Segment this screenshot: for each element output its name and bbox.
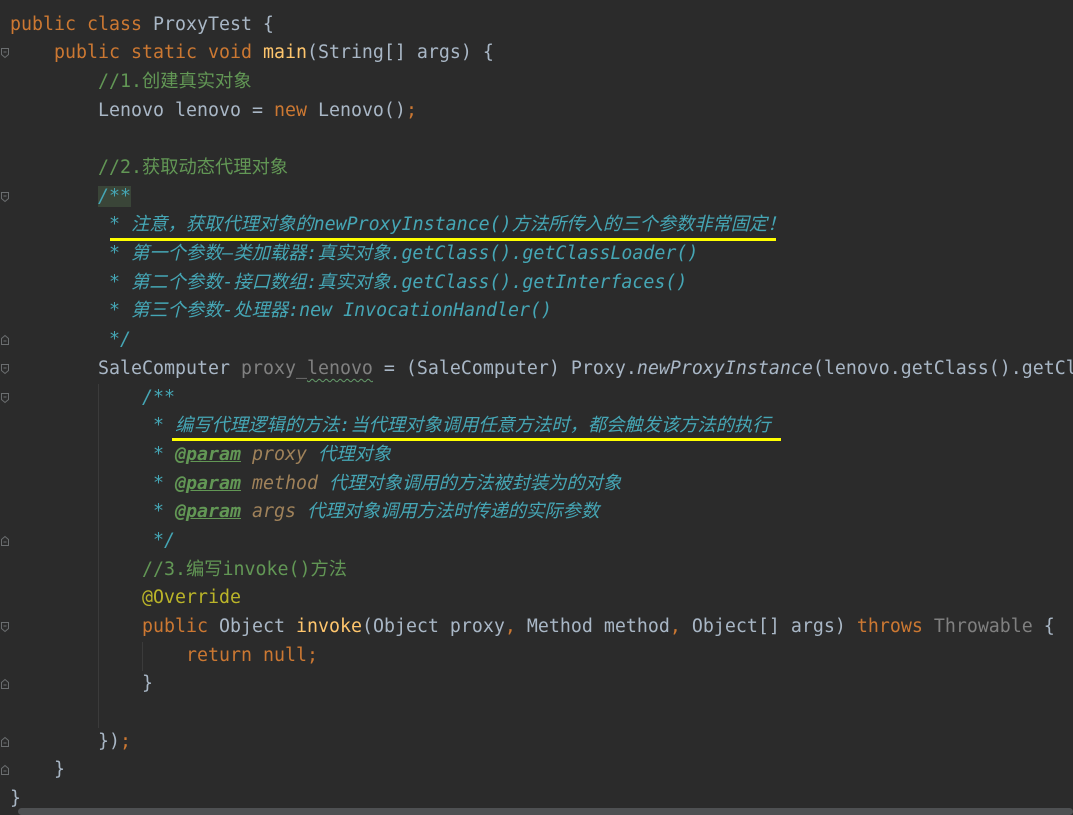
- fold-collapse-icon[interactable]: [0, 363, 10, 375]
- doc-comment-end: */: [153, 529, 175, 551]
- code-line[interactable]: /**: [0, 384, 1073, 413]
- code-line[interactable]: //1.创建真实对象: [0, 68, 1073, 97]
- javadoc-param-name: method: [240, 472, 318, 494]
- code-line[interactable]: * 第三个参数-处理器:new InvocationHandler(): [0, 297, 1073, 326]
- doc-comment: *: [153, 472, 175, 494]
- code-line[interactable]: Lenovo lenovo = new Lenovo();: [0, 97, 1073, 126]
- fold-collapse-icon[interactable]: [0, 47, 10, 59]
- horizontal-scrollbar-thumb[interactable]: [18, 808, 1073, 815]
- code-line[interactable]: }: [0, 670, 1073, 699]
- doc-comment: * 编写代理逻辑的方法:当代理对象调用任意方法时，都会触发该方法的执行: [153, 415, 771, 437]
- code-line[interactable]: public static void main(String[] args) {: [0, 39, 1073, 68]
- doc-comment: * 第三个参数-处理器:new InvocationHandler(): [109, 300, 553, 322]
- doc-comment: 代理对象调用方法时传递的实际参数: [295, 501, 600, 523]
- exception-type: Throwable: [933, 616, 1033, 638]
- javadoc-param-name: proxy: [240, 443, 307, 465]
- fold-collapse-icon[interactable]: [0, 392, 10, 404]
- static-method-call: newProxyInstance: [636, 357, 813, 379]
- code-line[interactable]: @Override: [0, 584, 1073, 613]
- code-text: Lenovo(): [317, 99, 406, 121]
- code-text: Lenovo lenovo =: [98, 99, 274, 121]
- code-line[interactable]: public class ProxyTest {: [0, 11, 1073, 40]
- fold-collapse-icon[interactable]: [0, 621, 10, 633]
- method-name: invoke: [295, 616, 362, 638]
- code-line[interactable]: * @param args 代理对象调用方法时传递的实际参数: [0, 498, 1073, 527]
- fold-end-icon[interactable]: [0, 736, 10, 748]
- unused-variable: proxy_: [240, 357, 307, 379]
- keyword: new: [273, 99, 318, 121]
- keyword: throws: [856, 616, 934, 638]
- code-line[interactable]: * 注意，获取代理对象的newProxyInstance()方法所传入的三个参数…: [0, 211, 1073, 240]
- doc-comment: 代理对象调用的方法被封装为的对象: [317, 472, 622, 494]
- javadoc-param-name: args: [240, 501, 296, 523]
- doc-comment-start: /**: [142, 386, 175, 408]
- code-line[interactable]: * @param proxy 代理对象: [0, 441, 1073, 470]
- method-name: main: [262, 42, 307, 64]
- javadoc-param-tag: @param: [175, 501, 241, 523]
- code-line-empty[interactable]: [0, 699, 1073, 728]
- code-line[interactable]: return null;: [0, 642, 1073, 671]
- code-line[interactable]: */: [0, 326, 1073, 355]
- line-comment: //2.获取动态代理对象: [98, 157, 289, 179]
- keyword: return null;: [186, 644, 318, 666]
- comma: ,: [504, 616, 527, 638]
- code-line[interactable]: /**: [0, 183, 1073, 212]
- type-name: SaleComputer: [98, 357, 241, 379]
- yellow-underline-annotation: [110, 237, 776, 241]
- keyword: public static void: [54, 42, 263, 64]
- code-line-empty[interactable]: [0, 125, 1073, 154]
- keyword: public class: [10, 13, 153, 35]
- open-brace: {: [1032, 616, 1055, 638]
- fold-end-icon[interactable]: [0, 678, 10, 690]
- code-line[interactable]: * 第二个参数-接口数组:真实对象.getClass().getInterfac…: [0, 269, 1073, 298]
- fold-collapse-icon[interactable]: [0, 191, 10, 203]
- return-type: Object: [218, 616, 296, 638]
- code-line[interactable]: * 第一个参数—类加载器:真实对象.getClass().getClassLoa…: [0, 240, 1073, 269]
- doc-comment: * 第一个参数—类加载器:真实对象.getClass().getClassLoa…: [109, 243, 699, 265]
- doc-comment-end: */: [109, 329, 131, 351]
- fold-end-icon[interactable]: [0, 764, 10, 776]
- code-text: = (SaleComputer) Proxy.: [372, 357, 637, 379]
- close-brace: }: [10, 788, 21, 810]
- code-line[interactable]: });: [0, 728, 1073, 757]
- code-editor[interactable]: public class ProxyTest { public static v…: [0, 0, 1073, 815]
- class-name: ProxyTest {: [152, 13, 274, 35]
- javadoc-param-tag: @param: [175, 443, 241, 465]
- code-line[interactable]: SaleComputer proxy_lenovo = (SaleCompute…: [0, 355, 1073, 384]
- code-line[interactable]: //2.获取动态代理对象: [0, 154, 1073, 183]
- parameter: Object[] args): [691, 616, 857, 638]
- parameter: (Object proxy: [361, 616, 505, 638]
- fold-end-icon[interactable]: [0, 535, 10, 547]
- doc-comment: *: [153, 501, 175, 523]
- parameter-list: (String[] args) {: [306, 42, 494, 64]
- doc-comment: * 第二个参数-接口数组:真实对象.getClass().getInterfac…: [109, 271, 688, 293]
- fold-end-icon[interactable]: [0, 334, 10, 346]
- close-brace: }: [142, 673, 153, 695]
- keyword: public: [142, 616, 219, 638]
- line-comment: //3.编写invoke()方法: [142, 558, 348, 580]
- code-line[interactable]: * @param method 代理对象调用的方法被封装为的对象: [0, 470, 1073, 499]
- code-line[interactable]: //3.编写invoke()方法: [0, 556, 1073, 585]
- doc-comment: * 注意，获取代理对象的newProxyInstance()方法所传入的三个参数…: [109, 214, 786, 236]
- yellow-underline-annotation: [172, 437, 781, 441]
- semicolon: ;: [405, 99, 417, 121]
- code-line[interactable]: */: [0, 527, 1073, 556]
- line-comment: //1.创建真实对象: [98, 70, 252, 92]
- parameter: Method method: [526, 616, 670, 638]
- close-brace: }: [54, 759, 65, 781]
- code-line[interactable]: public Object invoke(Object proxy, Metho…: [0, 613, 1073, 642]
- semicolon: ;: [120, 730, 131, 752]
- doc-comment-start: /**: [98, 185, 131, 207]
- close-brace: }): [98, 730, 120, 752]
- comma: ,: [669, 616, 692, 638]
- javadoc-param-tag: @param: [175, 472, 241, 494]
- doc-comment: *: [153, 443, 175, 465]
- annotation: @Override: [142, 587, 241, 609]
- method-arguments: (lenovo.getClass().getCl: [812, 357, 1073, 379]
- variable-name-typo: lenovo: [306, 357, 373, 379]
- code-area[interactable]: public class ProxyTest { public static v…: [0, 11, 1073, 814]
- doc-comment: 代理对象: [306, 443, 392, 465]
- code-line[interactable]: }: [0, 756, 1073, 785]
